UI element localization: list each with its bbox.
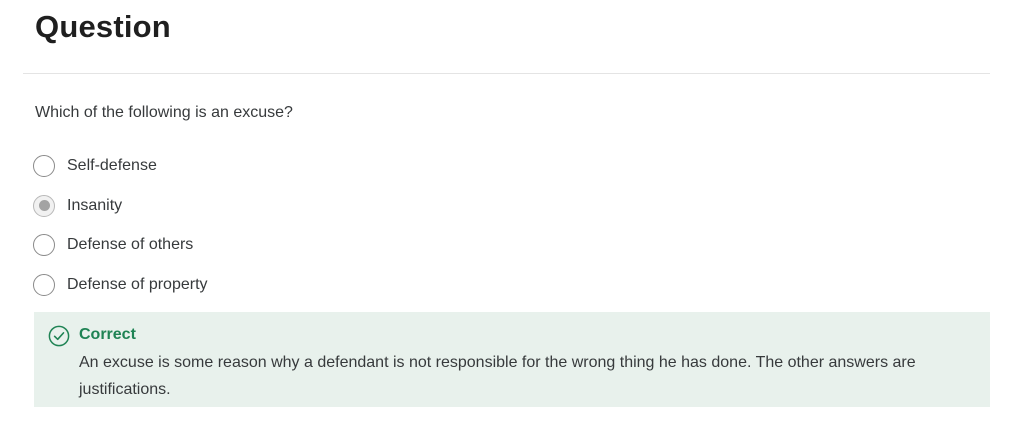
radio-button[interactable] (33, 234, 55, 257)
answer-options: Self-defense Insanity Defense of others … (33, 154, 208, 312)
answer-option-label: Insanity (67, 196, 123, 214)
answer-option-insanity[interactable]: Insanity (33, 194, 208, 218)
header-divider (23, 73, 990, 74)
radio-selected-dot (38, 200, 50, 212)
check-circle-icon (48, 325, 70, 347)
feedback-explanation: An excuse is some reason why a defendant… (79, 354, 916, 398)
radio-button[interactable] (33, 155, 55, 177)
answer-option-defense-of-others[interactable]: Defense of others (33, 233, 208, 257)
feedback-status: Correct (79, 326, 136, 343)
answer-option-label: Defense of property (67, 275, 208, 293)
page-title: Question (35, 9, 171, 44)
question-prompt: Which of the following is an excuse? (35, 104, 293, 121)
radio-button-selected[interactable] (33, 194, 55, 217)
answer-option-label: Defense of others (67, 236, 194, 254)
answer-option-self-defense[interactable]: Self-defense (33, 154, 208, 178)
radio-button[interactable] (33, 273, 55, 296)
answer-option-label: Self-defense (67, 157, 157, 174)
feedback-panel: Correct An excuse is some reason why a d… (34, 312, 990, 407)
answer-option-defense-of-property[interactable]: Defense of property (33, 273, 208, 297)
